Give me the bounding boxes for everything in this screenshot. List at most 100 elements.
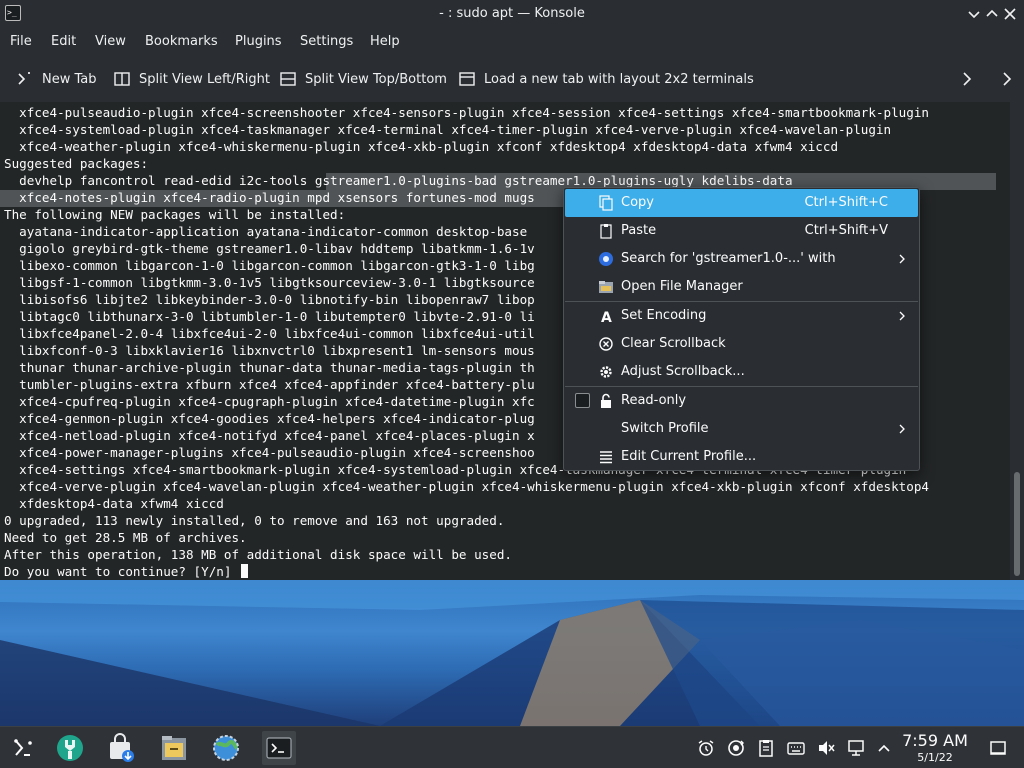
chevron-up-icon (878, 744, 890, 752)
tray-volume[interactable] (816, 738, 836, 758)
menu-bar: File Edit View Bookmarks Plugins Setting… (0, 28, 1024, 56)
terminal-line: xfce4-pulseaudio-plugin xfce4-screenshoo… (4, 105, 930, 120)
taskbar: 7:59 AM 5/1/22 (0, 726, 1024, 768)
menu-file[interactable]: File (10, 28, 32, 56)
scrollbar-thumb[interactable] (1014, 472, 1020, 576)
tray-clipboard[interactable] (756, 738, 776, 758)
chevron-up-icon (986, 9, 998, 17)
network-wired-icon (848, 740, 864, 756)
menu-settings[interactable]: Settings (300, 28, 353, 56)
clear-scrollback-menu-item[interactable]: Clear Scrollback (565, 330, 918, 358)
close-button[interactable] (1000, 4, 1020, 24)
menu-view[interactable]: View (95, 28, 126, 56)
tray-network[interactable] (846, 738, 866, 758)
tray-keyboard-layout[interactable] (786, 738, 806, 758)
terminal-prompt: Do you want to continue? [Y/n] (4, 564, 232, 579)
clock-date[interactable]: 5/1/22 (896, 751, 974, 764)
split-top-bottom-label: Split View Top/Bottom (305, 71, 447, 87)
search-with-menu-item[interactable]: Search for 'gstreamer1.0-...' with (565, 245, 918, 273)
minimize-button[interactable] (964, 4, 984, 24)
close-icon (1004, 8, 1016, 20)
context-menu: Copy Ctrl+Shift+C Paste Ctrl+Shift+V Sea… (563, 187, 920, 471)
terminal-scrollbar[interactable] (1010, 102, 1024, 580)
terminal-line: xfce4-systemload-plugin xfce4-taskmanage… (4, 122, 892, 137)
web-search-icon (598, 251, 614, 267)
layout-grid-icon (458, 70, 476, 88)
edit-profile-menu-item[interactable]: Edit Current Profile... (565, 443, 918, 471)
folder-icon (162, 736, 186, 760)
wrench-icon (57, 735, 83, 761)
terminal-icon (266, 737, 292, 759)
new-tab-label: New Tab (42, 71, 97, 87)
tray-expand[interactable] (874, 738, 894, 758)
split-horizontal-icon (279, 70, 297, 88)
terminal-line: Suggested packages: (4, 156, 149, 171)
toolbar-overflow-button[interactable] (997, 68, 1017, 90)
open-file-manager-menu-item[interactable]: Open File Manager (565, 273, 918, 301)
terminal-line: Need to get 28.5 MB of archives. (4, 530, 247, 545)
paste-icon (598, 223, 614, 239)
task-web-browser[interactable] (209, 731, 243, 765)
show-desktop-button[interactable] (988, 738, 1008, 758)
chevron-down-icon (968, 11, 980, 19)
title-bar[interactable]: >_ - : sudo apt — Konsole (0, 0, 1024, 28)
task-discover[interactable] (104, 731, 138, 765)
clipboard-icon (759, 740, 773, 757)
menu-plugins[interactable]: Plugins (235, 28, 282, 56)
terminal-line: 0 upgraded, 113 newly installed, 0 to re… (4, 513, 505, 528)
read-only-menu-item[interactable]: Read-only (565, 387, 918, 415)
new-tab-button[interactable]: New Tab (16, 66, 97, 92)
terminal-line: xfdesktop4-data xfwm4 xiccd (4, 496, 224, 511)
chevron-right-icon (1003, 72, 1012, 86)
clear-history-icon (598, 336, 614, 352)
file-manager-icon (598, 279, 614, 295)
maximize-button[interactable] (982, 4, 1002, 24)
split-vertical-icon (113, 70, 131, 88)
read-only-checkbox[interactable] (575, 393, 590, 408)
lock-icon (598, 393, 614, 409)
shopping-bag-icon (110, 733, 134, 762)
switch-profile-menu-item[interactable]: Switch Profile (565, 415, 918, 443)
encoding-icon: A (598, 308, 614, 326)
task-system-settings[interactable] (53, 731, 87, 765)
layout-2x2-button[interactable]: Load a new tab with layout 2x2 terminals (458, 66, 754, 92)
tray-notifications[interactable] (696, 738, 716, 758)
toolbar: New Tab Split View Left/Right Split View… (0, 56, 1024, 102)
set-encoding-menu-item[interactable]: A Set Encoding (565, 302, 918, 330)
show-desktop-icon (990, 741, 1006, 755)
alarm-icon (698, 740, 714, 756)
browser-globe-icon (213, 735, 239, 761)
copy-icon (598, 195, 614, 211)
desktop-wallpaper (0, 580, 1024, 726)
update-icon (728, 740, 744, 756)
split-left-right-button[interactable]: Split View Left/Right (113, 66, 270, 92)
adjust-scrollback-menu-item[interactable]: Adjust Scrollback... (565, 358, 918, 386)
submenu-arrow-icon (898, 423, 906, 435)
menu-help[interactable]: Help (370, 28, 400, 56)
submenu-arrow-icon (898, 310, 906, 322)
volume-muted-icon (819, 741, 835, 755)
terminal-line: After this operation, 138 MB of addition… (4, 547, 512, 562)
clock-time[interactable]: 7:59 AM (896, 731, 974, 750)
gear-icon (598, 364, 614, 380)
toolbar-scroll-right-button[interactable] (957, 68, 977, 90)
keyboard-icon (787, 742, 805, 755)
window-title: - : sudo apt — Konsole (439, 6, 585, 21)
svg-text:A: A (601, 310, 612, 324)
terminal-line: xfce4-weather-plugin xfce4-whiskermenu-p… (4, 139, 839, 154)
task-konsole[interactable] (262, 731, 296, 765)
new-tab-icon (16, 70, 34, 88)
tray-updates[interactable] (726, 738, 746, 758)
list-icon (598, 449, 614, 465)
layout-2x2-label: Load a new tab with layout 2x2 terminals (484, 71, 754, 87)
split-top-bottom-button[interactable]: Split View Top/Bottom (279, 66, 447, 92)
paste-menu-item[interactable]: Paste Ctrl+Shift+V (565, 217, 918, 245)
menu-edit[interactable]: Edit (51, 28, 76, 56)
copy-menu-item[interactable]: Copy Ctrl+Shift+C (565, 189, 918, 217)
menu-bookmarks[interactable]: Bookmarks (145, 28, 218, 56)
application-launcher[interactable] (6, 731, 40, 765)
submenu-arrow-icon (898, 253, 906, 265)
chevron-right-icon (963, 72, 972, 86)
task-file-manager[interactable] (157, 731, 191, 765)
terminal-prompt-line: Do you want to continue? [Y/n] (4, 563, 1008, 580)
